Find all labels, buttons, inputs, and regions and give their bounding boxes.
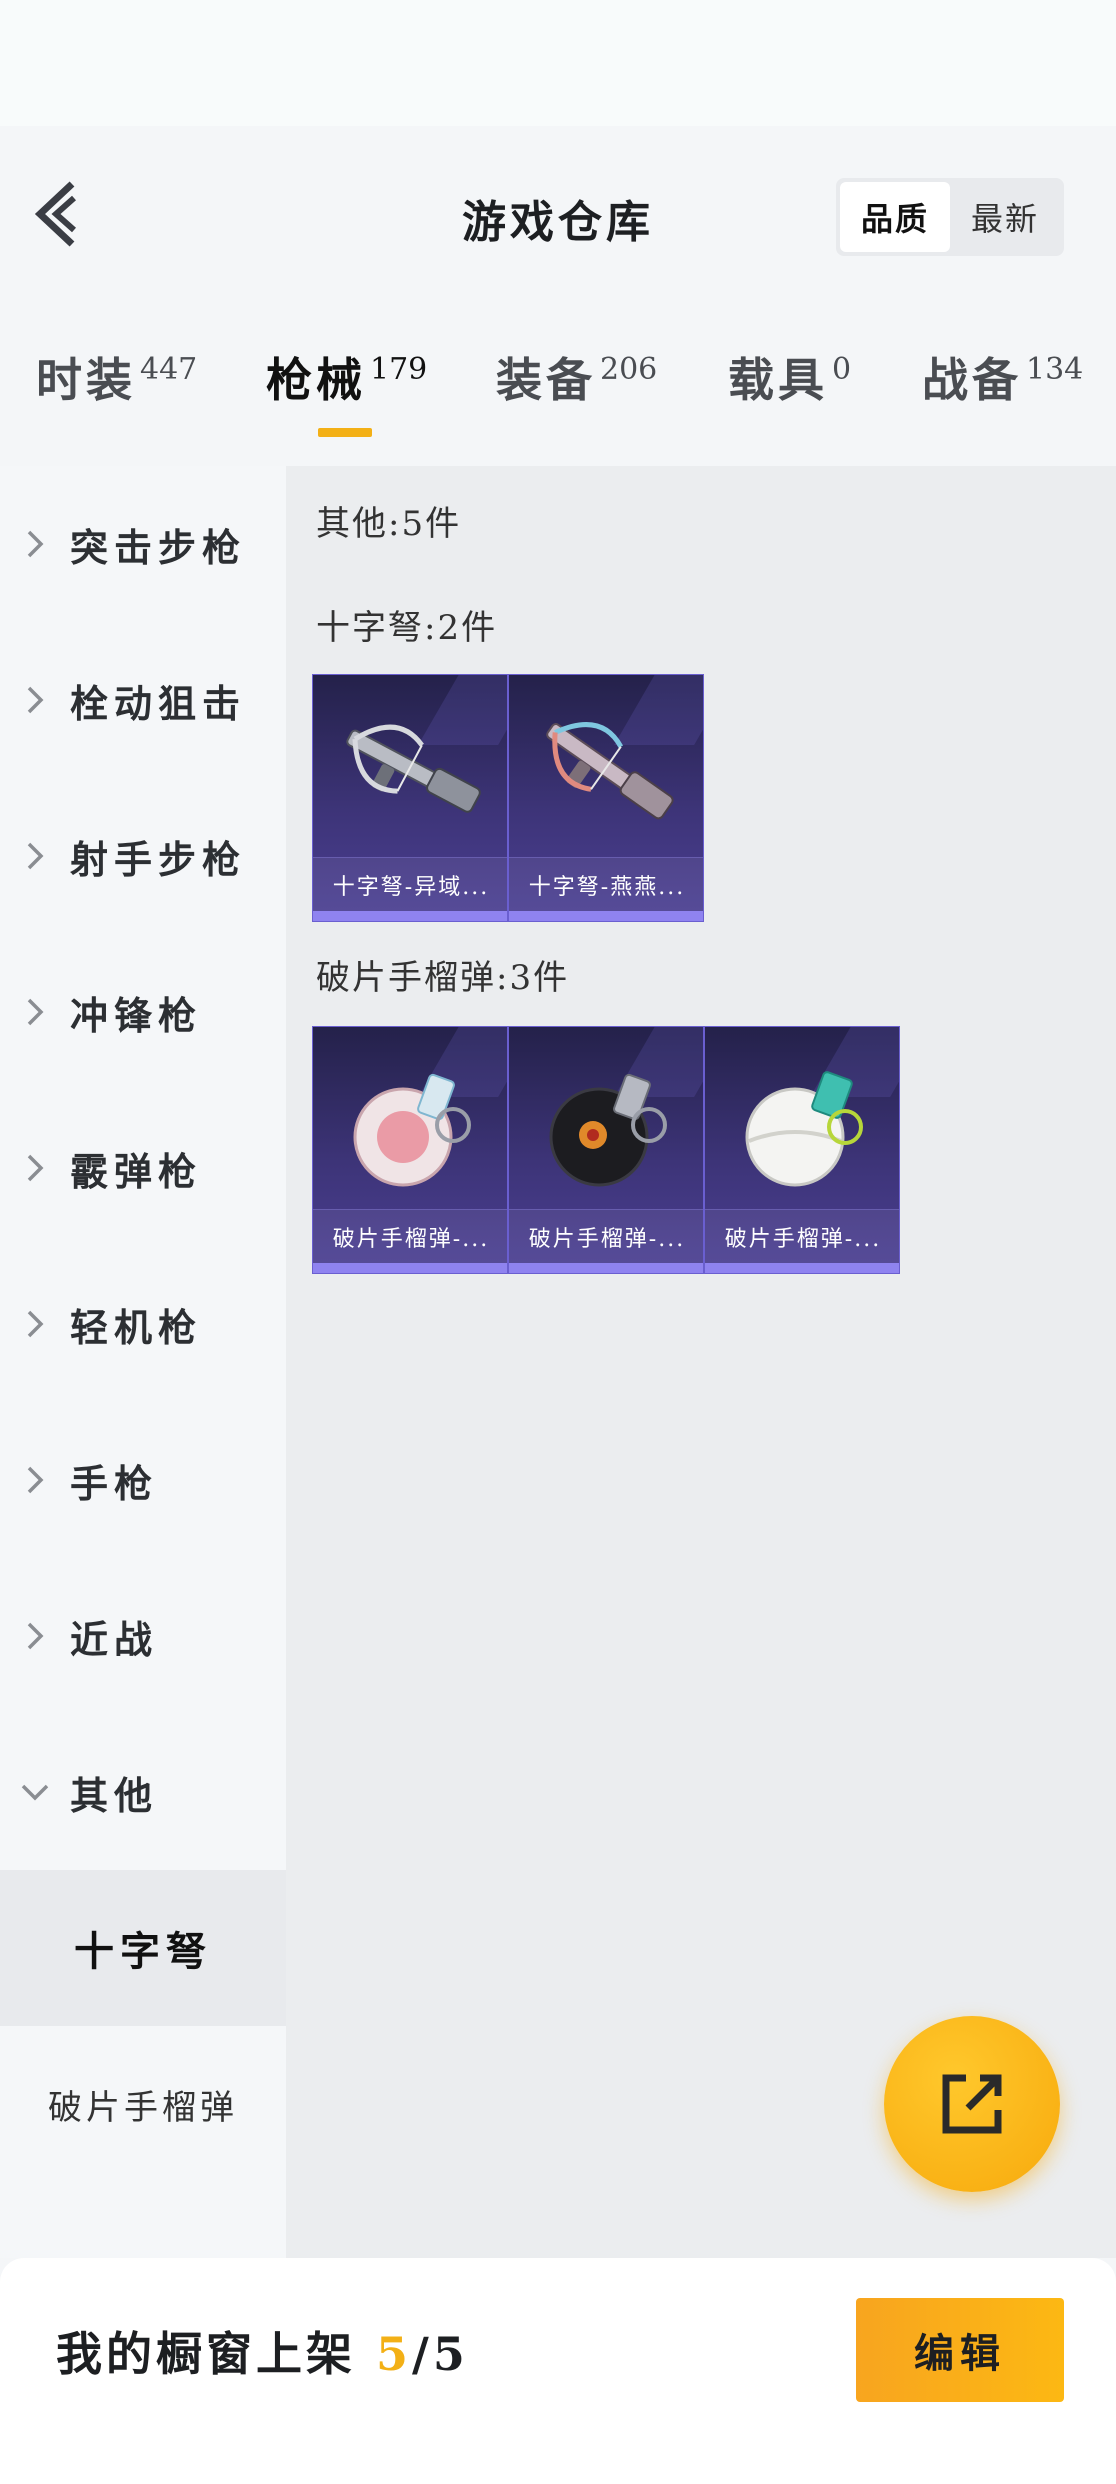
tab-count: 206	[600, 352, 658, 387]
sort-option-newest[interactable]: 最新	[950, 182, 1060, 252]
item-card-name: 破片手榴弹-...	[313, 1209, 507, 1263]
tab-count: 447	[140, 352, 198, 387]
tab-label: 载具	[728, 353, 828, 407]
tab-equipment[interactable]: 装备 206	[496, 344, 657, 410]
grenade-icon	[353, 1073, 471, 1187]
grenade-icon	[745, 1071, 863, 1187]
status-bar	[0, 0, 1116, 126]
sidebar-item-pistol[interactable]: 手枪	[0, 1402, 286, 1558]
sidebar-item-assault-rifle[interactable]: 突击步枪	[0, 466, 286, 622]
crossbow-icon	[346, 724, 481, 813]
sort-toggle: 品质 最新	[836, 178, 1064, 256]
summary-title: 其他:5件	[316, 504, 462, 544]
sidebar: 突击步枪 栓动狙击 射手步枪 冲锋枪 霰弹枪 轻机枪 手枪 近战 其他 十字弩 …	[0, 466, 286, 2258]
tab-count: 134	[1026, 352, 1084, 387]
chevron-right-icon	[0, 1620, 70, 1652]
tab-vehicles[interactable]: 载具 0	[728, 344, 851, 410]
active-tab-indicator	[318, 428, 372, 437]
rarity-bar	[313, 1263, 507, 1273]
tab-count: 179	[370, 352, 428, 387]
rarity-bar	[313, 911, 507, 921]
sidebar-subitem-frag-grenade[interactable]: 破片手榴弹	[0, 2026, 286, 2182]
sidebar-item-label: 突击步枪	[70, 524, 247, 570]
sidebar-item-label: 手枪	[70, 1460, 159, 1506]
item-card[interactable]: 十字弩-异域...	[312, 674, 508, 922]
chevron-right-icon	[0, 684, 70, 716]
showcase-status: 我的橱窗上架 5/5	[56, 2318, 469, 2384]
tab-firearms[interactable]: 枪械 179	[266, 344, 427, 410]
item-card[interactable]: 十字弩-燕燕...	[508, 674, 704, 922]
group-title-crossbow: 十字弩:2件	[316, 608, 498, 648]
sidebar-item-shotgun[interactable]: 霰弹枪	[0, 1090, 286, 1246]
group-title-frag-grenade: 破片手榴弹:3件	[316, 958, 570, 998]
rarity-bar	[509, 911, 703, 921]
sort-option-quality[interactable]: 品质	[840, 182, 950, 252]
item-card-name: 破片手榴弹-...	[509, 1209, 703, 1263]
chevron-down-icon	[0, 1781, 70, 1803]
rarity-bar	[509, 1263, 703, 1273]
item-card[interactable]: 破片手榴弹-...	[312, 1026, 508, 1274]
sidebar-item-label: 其他	[70, 1772, 159, 1818]
tab-count: 0	[832, 352, 852, 387]
tab-label: 枪械	[266, 353, 366, 407]
item-card[interactable]: 破片手榴弹-...	[704, 1026, 900, 1274]
sidebar-subitem-label: 破片手榴弹	[48, 2087, 238, 2128]
chevron-right-icon	[0, 1464, 70, 1496]
grenade-icon	[549, 1073, 667, 1187]
showcase-total-count: /5	[412, 2327, 469, 2381]
sidebar-item-smg[interactable]: 冲锋枪	[0, 934, 286, 1090]
chevron-right-icon	[0, 528, 70, 560]
item-card-name: 十字弩-异域...	[313, 857, 507, 911]
sidebar-item-melee[interactable]: 近战	[0, 1558, 286, 1714]
item-card[interactable]: 破片手榴弹-...	[508, 1026, 704, 1274]
chevron-right-icon	[0, 1152, 70, 1184]
external-link-icon	[942, 2074, 1002, 2134]
sidebar-item-lmg[interactable]: 轻机枪	[0, 1246, 286, 1402]
tab-tactical[interactable]: 战备 134	[922, 344, 1083, 410]
item-card-name: 十字弩-燕燕...	[509, 857, 703, 911]
sidebar-item-bolt-sniper[interactable]: 栓动狙击	[0, 622, 286, 778]
sidebar-item-label: 栓动狙击	[70, 680, 247, 726]
header: 游戏仓库 品质 最新	[0, 126, 1116, 304]
sidebar-item-label: 近战	[70, 1616, 159, 1662]
chevron-right-icon	[0, 1308, 70, 1340]
category-tabs: 时装 447 枪械 179 装备 206 载具 0 战备 134	[0, 304, 1116, 466]
showcase-current-count: 5	[376, 2327, 413, 2381]
bottom-bar: 我的橱窗上架 5/5 编辑	[0, 2258, 1116, 2484]
rarity-bar	[705, 1263, 899, 1273]
item-card-name: 破片手榴弹-...	[705, 1209, 899, 1263]
sidebar-item-label: 轻机枪	[70, 1304, 203, 1350]
tab-label: 装备	[496, 353, 596, 407]
share-button[interactable]	[884, 2016, 1060, 2192]
chevron-right-icon	[0, 840, 70, 872]
item-list: 其他:5件 十字弩:2件 十字弩-异域... 十字弩-燕燕... 破片手榴弹:3…	[286, 466, 1116, 2258]
crossbow-icon	[546, 722, 674, 820]
sidebar-item-marksman-rifle[interactable]: 射手步枪	[0, 778, 286, 934]
sidebar-item-label: 射手步枪	[70, 836, 247, 882]
tab-fashion[interactable]: 时装 447	[36, 344, 197, 410]
edit-button[interactable]: 编辑	[856, 2298, 1064, 2402]
sidebar-item-label: 霰弹枪	[70, 1148, 203, 1194]
chevron-right-icon	[0, 996, 70, 1028]
sidebar-item-label: 冲锋枪	[70, 992, 203, 1038]
sidebar-item-other[interactable]: 其他	[0, 1714, 286, 1870]
tab-label: 战备	[922, 353, 1022, 407]
showcase-label: 我的橱窗上架	[56, 2327, 356, 2381]
sidebar-subitem-label: 十字弩	[74, 1928, 212, 1975]
sidebar-subitem-crossbow[interactable]: 十字弩	[0, 1870, 286, 2026]
tab-label: 时装	[36, 353, 136, 407]
